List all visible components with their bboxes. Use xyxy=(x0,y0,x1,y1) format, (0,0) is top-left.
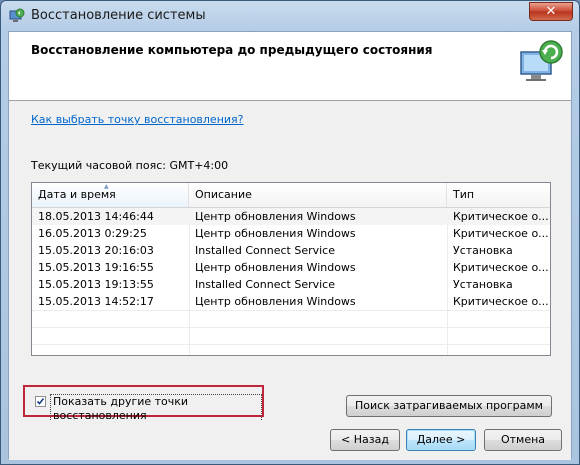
system-restore-window: Восстановление системы ✕ Восстановление … xyxy=(0,0,580,465)
table-row[interactable]: 15.05.2013 19:16:55 Центр обновления Win… xyxy=(32,259,550,276)
wizard-client-area: Восстановление компьютера до предыдущего… xyxy=(8,31,572,460)
close-button[interactable]: ✕ xyxy=(529,2,573,21)
cell-type: Установка xyxy=(453,244,513,257)
cell-date: 15.05.2013 14:52:17 xyxy=(38,295,154,308)
cell-description: Центр обновления Windows xyxy=(195,210,356,223)
list-rows: 18.05.2013 14:46:44 Центр обновления Win… xyxy=(32,208,550,310)
cancel-button[interactable]: Отмена xyxy=(484,429,562,451)
close-icon: ✕ xyxy=(545,4,557,19)
column-header-label: Описание xyxy=(195,188,252,201)
system-restore-icon xyxy=(520,40,563,81)
timezone-label: Текущий часовой пояс: GMT+4:00 xyxy=(31,159,229,172)
cell-date: 18.05.2013 14:46:44 xyxy=(38,210,154,223)
wizard-body: Как выбрать точку восстановления? Текущи… xyxy=(9,101,571,424)
cell-type: Критическое о... xyxy=(453,227,549,240)
cell-description: Центр обновления Windows xyxy=(195,295,356,308)
wizard-header: Восстановление компьютера до предыдущего… xyxy=(9,32,571,100)
page-title: Восстановление компьютера до предыдущего… xyxy=(31,43,433,57)
row-divider xyxy=(32,310,550,311)
back-button[interactable]: < Назад xyxy=(330,429,400,451)
system-restore-icon xyxy=(9,8,25,22)
row-divider xyxy=(32,327,550,328)
checkmark-icon xyxy=(36,398,45,405)
show-more-points-checkbox[interactable] xyxy=(35,396,46,407)
cell-date: 15.05.2013 19:16:55 xyxy=(38,261,154,274)
column-header-label: Тип xyxy=(453,188,475,201)
sort-arrow-icon: ▲ xyxy=(104,183,109,190)
restore-points-list[interactable]: ▲ Дата и время Описание Тип 18.05.2013 1… xyxy=(31,182,551,356)
cell-date: 15.05.2013 19:13:55 xyxy=(38,278,154,291)
show-more-points-label[interactable]: Показать другие точки восстановления xyxy=(50,394,262,424)
cell-type: Критическое о... xyxy=(453,210,549,223)
table-row[interactable]: 15.05.2013 14:52:17 Центр обновления Win… xyxy=(32,293,550,310)
table-row[interactable]: 16.05.2013 0:29:25 Центр обновления Wind… xyxy=(32,225,550,242)
row-divider xyxy=(32,344,550,345)
list-header: ▲ Дата и время Описание Тип xyxy=(32,183,550,208)
column-header-date[interactable]: ▲ Дата и время xyxy=(32,183,189,207)
cell-type: Критическое о... xyxy=(453,261,549,274)
table-row[interactable]: 15.05.2013 20:16:03 Installed Connect Se… xyxy=(32,242,550,259)
cell-description: Центр обновления Windows xyxy=(195,227,356,240)
cell-description: Центр обновления Windows xyxy=(195,261,356,274)
column-header-description[interactable]: Описание xyxy=(189,183,447,207)
column-header-type[interactable]: Тип xyxy=(447,183,550,207)
cell-description: Installed Connect Service xyxy=(195,244,335,257)
table-row[interactable]: 18.05.2013 14:46:44 Центр обновления Win… xyxy=(32,208,550,225)
scan-affected-programs-button[interactable]: Поиск затрагиваемых программ xyxy=(346,395,552,417)
help-link[interactable]: Как выбрать точку восстановления? xyxy=(31,113,244,126)
table-row[interactable]: 15.05.2013 19:13:55 Installed Connect Se… xyxy=(32,276,550,293)
next-button[interactable]: Далее > xyxy=(406,429,476,451)
show-more-points-highlight: Показать другие точки восстановления xyxy=(23,385,264,424)
title-bar[interactable]: Восстановление системы ✕ xyxy=(1,1,579,31)
window-title: Восстановление системы xyxy=(31,8,206,23)
cell-type: Критическое о... xyxy=(453,295,549,308)
cell-description: Installed Connect Service xyxy=(195,278,335,291)
cell-date: 15.05.2013 20:16:03 xyxy=(38,244,154,257)
wizard-footer: < Назад Далее > Отмена xyxy=(9,421,571,460)
cell-date: 16.05.2013 0:29:25 xyxy=(38,227,147,240)
cell-type: Установка xyxy=(453,278,513,291)
